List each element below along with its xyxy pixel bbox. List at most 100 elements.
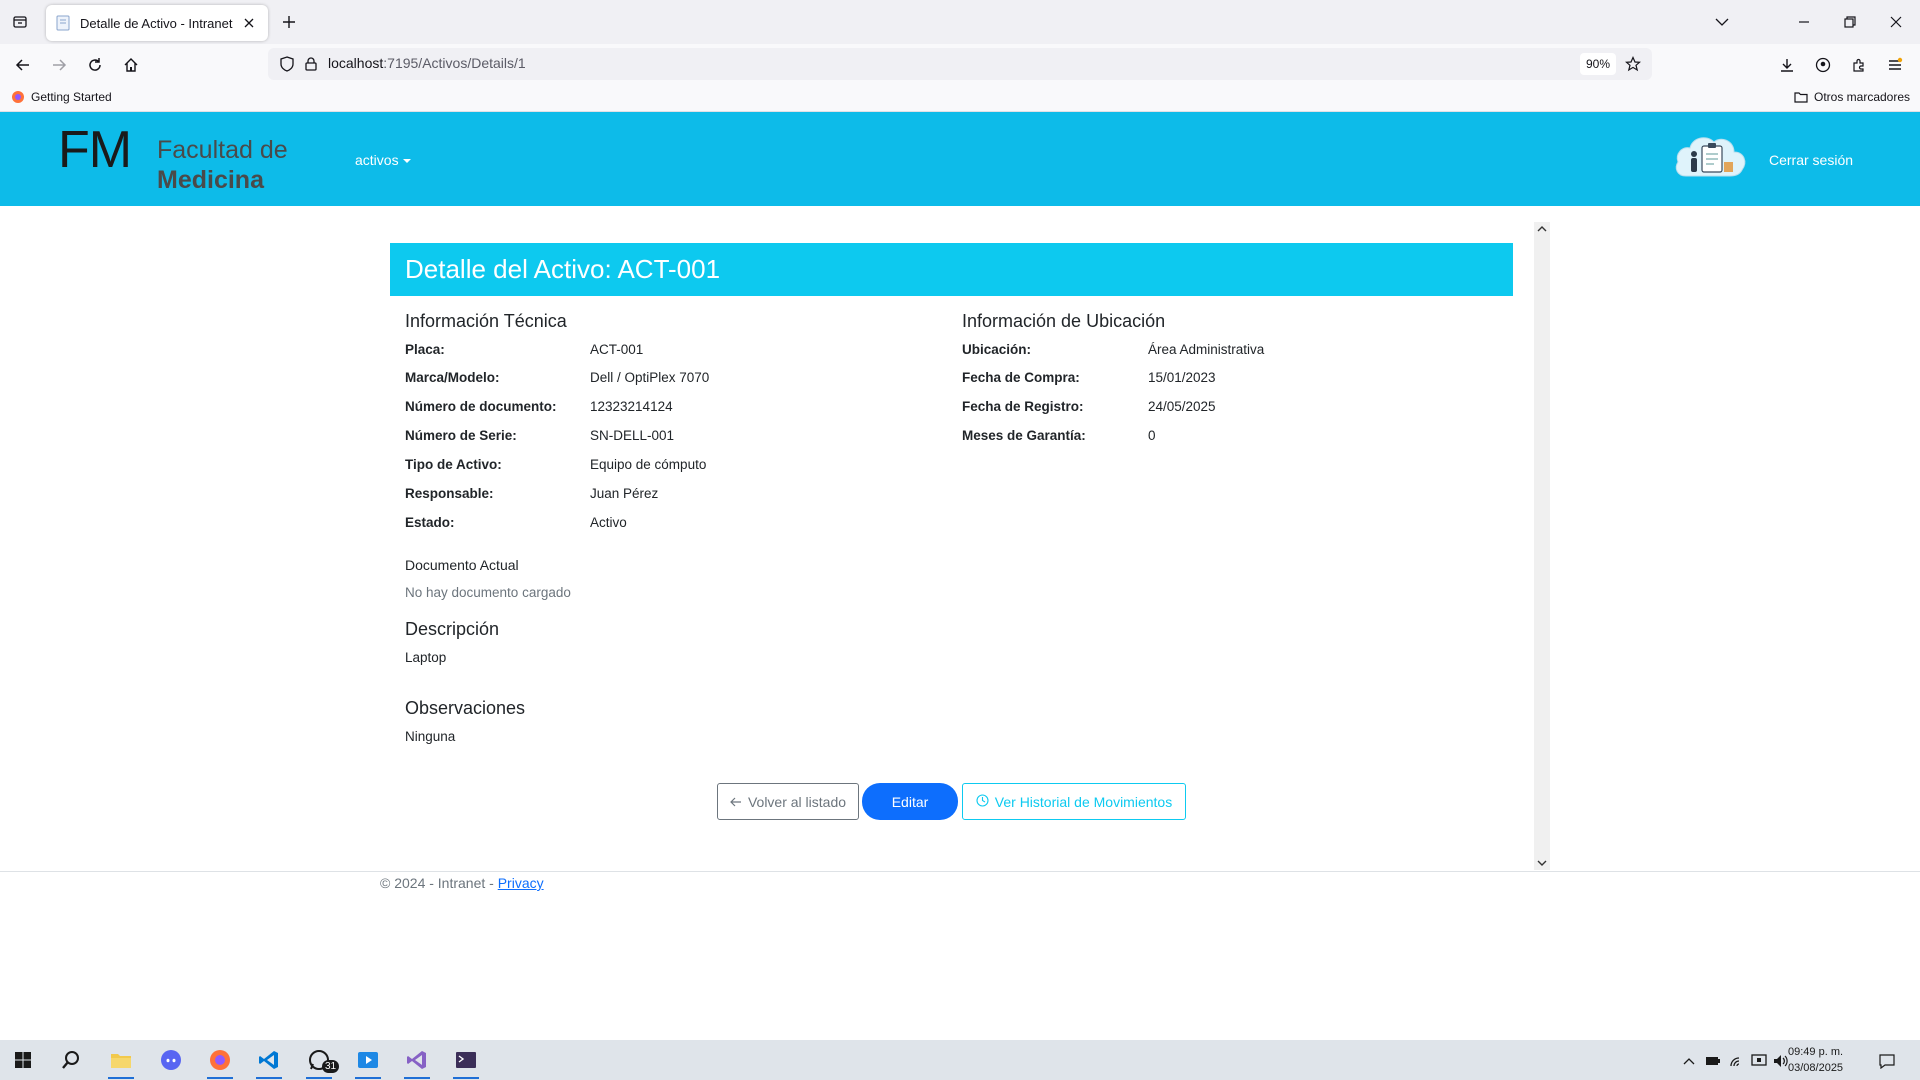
field-value: Dell / OptiPlex 7070 [590,370,710,385]
tab-list-icon[interactable] [8,10,32,34]
browser-tab-active[interactable]: Detalle de Activo - Intranet [46,5,268,41]
browser-tab-bar: Detalle de Activo - Intranet [0,0,1920,44]
field-label: Marca/Modelo: [405,370,500,385]
footer: © 2024 - Intranet - Privacy [380,875,544,891]
taskbar-clock[interactable]: 09:49 p. m. 03/08/2025 [1788,1044,1843,1076]
clock-history-icon [976,793,989,810]
zoom-level-badge[interactable]: 90% [1580,53,1617,75]
tab-title: Detalle de Activo - Intranet [80,15,233,31]
forward-arrow-icon[interactable] [46,52,72,78]
observations-value: Ninguna [405,729,456,744]
wifi-icon[interactable] [1728,1052,1746,1070]
windows-start-icon[interactable] [0,1040,46,1080]
view-history-button[interactable]: Ver Historial de Movimientos [962,783,1186,820]
location-info-heading: Información de Ubicación [962,311,1166,331]
shield-icon[interactable] [278,55,296,73]
network-icon[interactable] [1750,1052,1768,1070]
logo-letters: FM [58,121,132,179]
bookmark-other-folder[interactable]: Otros marcadores [1794,90,1910,104]
field-value: 0 [1148,428,1156,443]
firefox-taskbar-icon[interactable] [197,1040,243,1080]
document-heading: Documento Actual [405,557,519,573]
chevron-up-icon[interactable] [1680,1052,1698,1070]
url-bar[interactable]: localhost:7195/Activos/Details/1 90% [268,48,1652,80]
tech-info-heading: Información Técnica [405,311,567,331]
visual-studio-icon[interactable] [394,1040,440,1080]
new-tab-icon[interactable] [278,11,300,33]
field-label: Número de documento: [405,399,557,414]
active-indicator [355,1077,381,1079]
url-host: localhost [328,55,384,71]
notifications-icon[interactable] [1878,1052,1896,1070]
minimize-icon[interactable] [1792,10,1816,34]
windows-taskbar: 31 09:49 p. m. 03/08/2025 [0,1040,1920,1080]
reload-icon[interactable] [82,52,108,78]
field-value: Activo [590,515,627,530]
vscode-icon[interactable] [246,1040,292,1080]
active-indicator [256,1077,282,1079]
discord-icon[interactable] [148,1040,194,1080]
extensions-icon[interactable] [1846,52,1872,78]
view-history-label: Ver Historial de Movimientos [994,793,1173,810]
media-player-icon[interactable] [345,1040,391,1080]
account-icon[interactable] [1810,52,1836,78]
document-icon [56,15,70,31]
description-value: Laptop [405,650,447,665]
description-heading: Descripción [405,619,500,639]
file-explorer-icon[interactable] [98,1040,144,1080]
close-tab-icon[interactable] [240,14,258,32]
field-label: Estado: [405,515,455,530]
bookmark-label: Otros marcadores [1814,90,1911,104]
field-value: 12323214124 [590,399,673,414]
cloud-clipboard-icon [1672,130,1748,186]
footer-divider [0,871,1920,872]
list-all-tabs-icon[interactable] [1710,10,1734,34]
privacy-link[interactable]: Privacy [498,875,544,891]
field-label: Número de Serie: [405,428,517,443]
field-value: 15/01/2023 [1148,370,1216,385]
active-indicator [108,1077,134,1079]
field-value: 24/05/2025 [1148,399,1216,414]
active-indicator [207,1077,233,1079]
field-value: Juan Pérez [590,486,659,501]
field-label: Placa: [405,342,445,357]
activos-dropdown[interactable]: activos [355,152,411,168]
bookmark-getting-started[interactable]: Getting Started [11,90,112,104]
battery-icon[interactable] [1704,1052,1722,1070]
scroll-down-icon[interactable] [1534,856,1550,870]
active-indicator [453,1077,479,1079]
field-label: Meses de Garantía: [962,428,1086,443]
back-arrow-icon[interactable] [10,52,36,78]
active-indicator [404,1077,430,1079]
back-to-list-button[interactable]: Volver al listado [717,783,859,820]
url-text: localhost:7195/Activos/Details/1 [328,55,526,71]
page-scrollbar[interactable] [1534,222,1550,870]
bookmark-label: Getting Started [31,90,112,104]
edit-label: Editar [891,793,929,810]
logo-line1: Facultad de [157,136,288,164]
logo-line2: Medicina [157,166,264,194]
clock-date: 03/08/2025 [1788,1062,1844,1074]
search-icon[interactable] [48,1040,94,1080]
detail-card-header: Detalle del Activo: ACT-001 [390,243,1513,296]
document-status: No hay documento cargado [405,585,571,600]
close-window-icon[interactable] [1884,10,1908,34]
browser-toolbar: localhost:7195/Activos/Details/1 90% [0,44,1920,84]
scroll-up-icon[interactable] [1534,222,1550,236]
back-to-list-label: Volver al listado [747,793,847,810]
restore-icon[interactable] [1838,10,1862,34]
activos-dropdown-label: activos [355,152,399,168]
lock-icon[interactable] [302,55,320,73]
firefox-icon [12,91,24,103]
menu-icon[interactable] [1882,52,1908,78]
folder-icon [1794,92,1808,103]
terminal-icon[interactable] [443,1040,489,1080]
downloads-icon[interactable] [1774,52,1800,78]
field-value: SN-DELL-001 [590,428,675,443]
bookmark-star-icon[interactable] [1624,55,1642,73]
field-value: Área Administrativa [1148,342,1265,357]
edit-button[interactable]: Editar [862,783,958,820]
home-icon[interactable] [118,52,144,78]
whatsapp-icon[interactable]: 31 [296,1040,342,1080]
logout-link[interactable]: Cerrar sesión [1769,152,1853,168]
